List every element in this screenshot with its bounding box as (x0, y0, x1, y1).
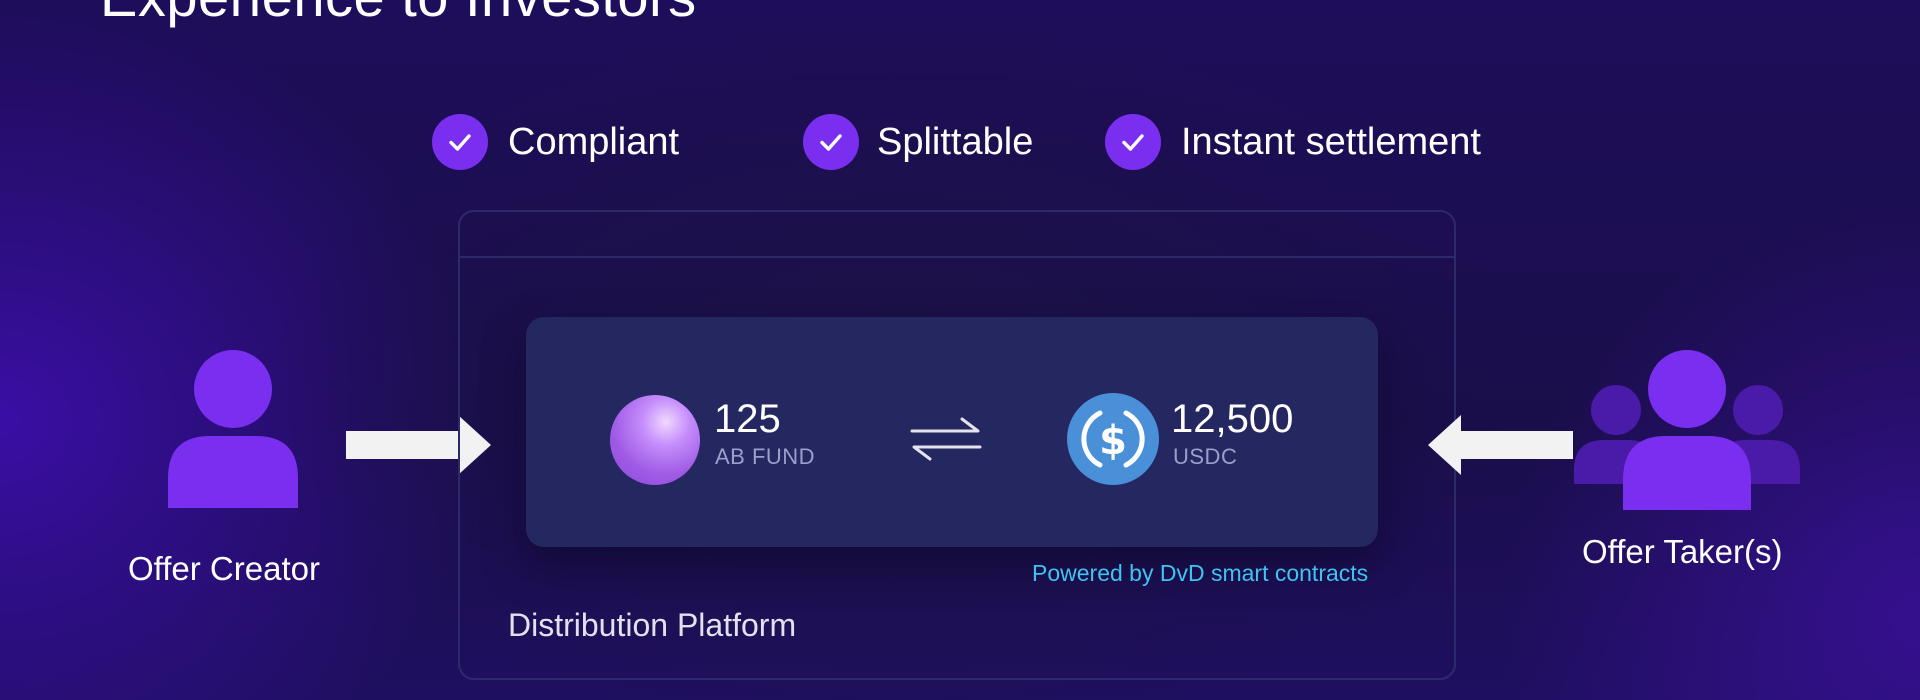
swap-arrows-icon (910, 417, 982, 461)
feature-label: Splittable (877, 120, 1034, 163)
get-unit: USDC (1173, 444, 1238, 469)
svg-text:$: $ (1099, 418, 1127, 464)
offer-creator-label: Offer Creator (128, 550, 320, 587)
usdc-coin-icon: $ (1067, 393, 1159, 485)
arrow-left-icon (1428, 415, 1573, 475)
platform-label: Distribution Platform (508, 607, 797, 643)
check-icon (803, 114, 859, 170)
feature-compliant: Compliant (432, 113, 679, 171)
check-icon (1105, 114, 1161, 170)
page-title: Experience to Investors (100, 0, 697, 29)
give-amount: 125 (714, 397, 781, 441)
give-unit: AB FUND (715, 444, 816, 469)
feature-label: Compliant (508, 120, 680, 163)
feature-splittable: Splittable (803, 113, 1033, 171)
swap-card: 125 AB FUND $ 12,500 USDC (526, 317, 1378, 547)
offer-takers-group-icon (1574, 350, 1800, 510)
platform-topbar (460, 256, 1454, 258)
offer-taker-label: Offer Taker(s) (1582, 533, 1783, 570)
feature-instant-settlement: Instant settlement (1105, 113, 1481, 171)
powered-by-text: Powered by DvD smart contracts (1032, 560, 1369, 586)
check-icon (432, 114, 488, 170)
fund-orb-icon (610, 395, 700, 485)
feature-label: Instant settlement (1181, 120, 1481, 163)
offer-creator-person-icon (168, 350, 298, 508)
get-amount: 12,500 (1171, 397, 1294, 441)
